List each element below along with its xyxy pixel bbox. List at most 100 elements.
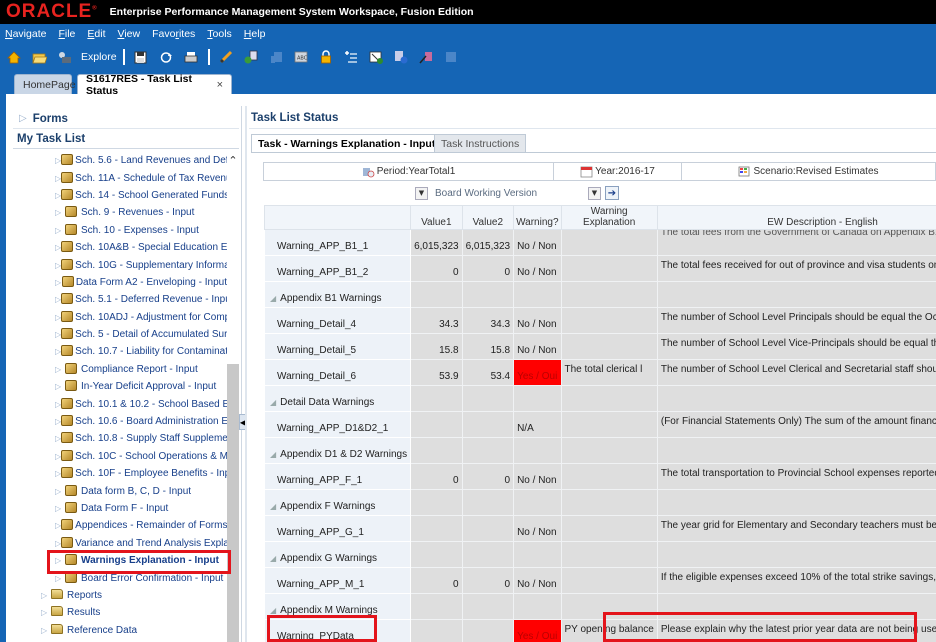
expand-triangle-icon[interactable]: ▷ [55, 208, 65, 217]
menu-file[interactable]: File [58, 28, 75, 40]
task-item[interactable]: ▷ Data Form F - Input [13, 500, 227, 517]
value2-cell[interactable]: 34.3 [461, 307, 515, 334]
task-item[interactable]: ▷ Sch. 9 - Revenues - Input [13, 204, 227, 221]
column-header[interactable]: Value1 [410, 205, 463, 230]
task-item[interactable]: ▷ Sch. 5 - Detail of Accumulated Surp [13, 326, 227, 343]
task-item[interactable]: ▷ Sch. 10.8 - Supply Staff Supplemen [13, 430, 227, 447]
task-item[interactable]: ▷ Warnings Explanation - Input [13, 552, 227, 569]
warning-cell[interactable]: No / Non [513, 567, 562, 594]
description-cell[interactable]: The number of School Level Clerical and … [656, 359, 936, 386]
folder-item[interactable]: ▷ Reports [13, 587, 227, 604]
warning-explanation-cell[interactable] [560, 515, 658, 542]
warning-explanation-cell[interactable] [560, 567, 658, 594]
warning-explanation-cell[interactable] [560, 229, 658, 256]
column-header[interactable]: Warning? [513, 205, 562, 230]
scroll-up-icon[interactable]: ⌃ [227, 154, 239, 168]
folder-item[interactable]: ▷ Reference Data [13, 622, 227, 639]
value1-cell[interactable]: 15.8 [410, 333, 463, 360]
value1-cell[interactable]: 34.3 [410, 307, 463, 334]
task-item[interactable]: ▷ Compliance Report - Input [13, 361, 227, 378]
column-header[interactable]: Warning Explanation [560, 205, 658, 230]
description-cell[interactable]: The total fees received for out of provi… [656, 255, 936, 282]
value2-cell[interactable]: 0 [461, 463, 515, 490]
collapse-triangle-icon[interactable]: ◢ [270, 606, 276, 615]
scrollbar-thumb[interactable] [227, 364, 239, 642]
value1-cell[interactable]: 53.9 [410, 359, 463, 386]
value2-cell[interactable]: 6,015,323 [461, 229, 515, 256]
tab-task-warnings-explanation[interactable]: Task - Warnings Explanation - Input [251, 134, 443, 152]
info-icon[interactable] [393, 49, 409, 65]
task-item[interactable]: ▷ Sch. 10.6 - Board Administration Ex [13, 413, 227, 430]
edit-pencil-icon[interactable] [218, 49, 234, 65]
warning-cell[interactable]: No / Non [513, 307, 562, 334]
group-header[interactable]: ◢ Appendix D1 & D2 Warnings [264, 437, 412, 464]
chevron-down-icon[interactable]: ▼ [415, 186, 428, 200]
value2-cell[interactable]: 53.4 [461, 359, 515, 386]
description-cell[interactable]: If the eligible expenses exceed 10% of t… [656, 567, 936, 594]
description-cell[interactable]: Please explain why the latest prior year… [656, 619, 936, 642]
pov-scenario[interactable]: Scenario:Revised Estimates [682, 163, 935, 180]
warning-explanation-cell[interactable] [560, 255, 658, 282]
menu-view[interactable]: View [118, 28, 141, 40]
collapse-triangle-icon[interactable]: ◢ [270, 554, 276, 563]
value1-cell[interactable] [410, 411, 463, 438]
warning-cell[interactable]: Yes / Oui [513, 359, 562, 386]
expand-triangle-icon[interactable]: ▷ [55, 504, 65, 513]
version-select[interactable]: Board Working Version [428, 188, 588, 199]
expand-triangle-icon[interactable]: ▷ [41, 608, 51, 617]
collapse-triangle-icon[interactable]: ◢ [270, 294, 276, 303]
expand-triangle-icon[interactable]: ▷ [41, 591, 51, 600]
warning-explanation-cell[interactable]: The total clerical l [560, 359, 658, 386]
warning-explanation-cell[interactable] [560, 463, 658, 490]
approve-icon[interactable] [368, 49, 384, 65]
go-arrow-button[interactable]: ➔ [605, 186, 619, 200]
task-item[interactable]: ▷ Sch. 11A - Schedule of Tax Revenue [13, 169, 227, 186]
value2-cell[interactable] [461, 619, 515, 642]
task-item[interactable]: ▷ Sch. 10C - School Operations & Mai [13, 448, 227, 465]
print-icon[interactable] [183, 49, 199, 65]
spelling-icon[interactable]: ABC [293, 49, 309, 65]
warning-explanation-cell[interactable]: PY opening balance [560, 619, 658, 642]
tab-homepage[interactable]: HomePage [14, 74, 76, 94]
forms-section-header[interactable]: ▷ Forms [13, 109, 239, 129]
value1-cell[interactable]: 0 [410, 255, 463, 282]
collapse-triangle-icon[interactable]: ◢ [270, 450, 276, 459]
task-item[interactable]: ▷ Data Form A2 - Enveloping - Input [13, 274, 227, 291]
expand-triangle-icon[interactable]: ▷ [55, 556, 65, 565]
description-cell[interactable]: (For Financial Statements Only) The sum … [656, 411, 936, 438]
tab-task-list-status[interactable]: S1617RES - Task List Status × [77, 73, 232, 97]
group-header[interactable]: ◢ Appendix M Warnings [264, 593, 412, 620]
group-header[interactable]: ◢ Appendix B1 Warnings [264, 281, 412, 308]
close-icon[interactable]: × [217, 79, 223, 91]
task-item[interactable]: ▷ Sch. 10A&B - Special Education Exp [13, 239, 227, 256]
value1-cell[interactable]: 6,015,323 [410, 229, 463, 256]
task-tree-scrollbar[interactable]: ⌃ [227, 152, 239, 642]
task-item[interactable]: ▷ Sch. 5.1 - Deferred Revenue - Input [13, 291, 227, 308]
expand-triangle-icon[interactable]: ▷ [41, 626, 51, 635]
expand-triangle-icon[interactable]: ▷ [55, 382, 65, 391]
warning-explanation-cell[interactable] [560, 307, 658, 334]
value1-cell[interactable] [410, 619, 463, 642]
task-item[interactable]: ▷ Sch. 14 - School Generated Funds - [13, 187, 227, 204]
group-header[interactable]: ◢ Appendix F Warnings [264, 489, 412, 516]
explore-icon[interactable] [56, 49, 72, 65]
folder-item[interactable]: ▷ Results [13, 604, 227, 621]
menu-navigate[interactable]: Navigate [5, 28, 46, 40]
warning-cell[interactable]: No / Non [513, 229, 562, 256]
description-cell[interactable]: The number of School Level Principals sh… [656, 307, 936, 334]
expand-triangle-icon[interactable]: ▷ [55, 365, 65, 374]
collapse-triangle-icon[interactable]: ◢ [270, 502, 276, 511]
explore-button[interactable]: Explore [81, 51, 117, 63]
task-item[interactable]: ▷ Sch. 10ADJ - Adjustment for Compl [13, 309, 227, 326]
task-item[interactable]: ▷ Sch. 10F - Employee Benefits - Input [13, 465, 227, 482]
add-row-icon[interactable] [343, 49, 359, 65]
description-cell[interactable]: The total transportation to Provincial S… [656, 463, 936, 490]
my-task-list-header[interactable]: My Task List [13, 129, 239, 149]
collapse-triangle-icon[interactable]: ◢ [270, 398, 276, 407]
description-cell[interactable]: The number of School Level Vice-Principa… [656, 333, 936, 360]
task-item[interactable]: ▷ Sch. 10G - Supplementary Informat [13, 256, 227, 273]
warning-explanation-cell[interactable] [560, 411, 658, 438]
menu-help[interactable]: Help [244, 28, 266, 40]
task-item[interactable]: ▷ Appendices - Remainder of Forms - [13, 517, 227, 534]
menu-tools[interactable]: Tools [207, 28, 232, 40]
